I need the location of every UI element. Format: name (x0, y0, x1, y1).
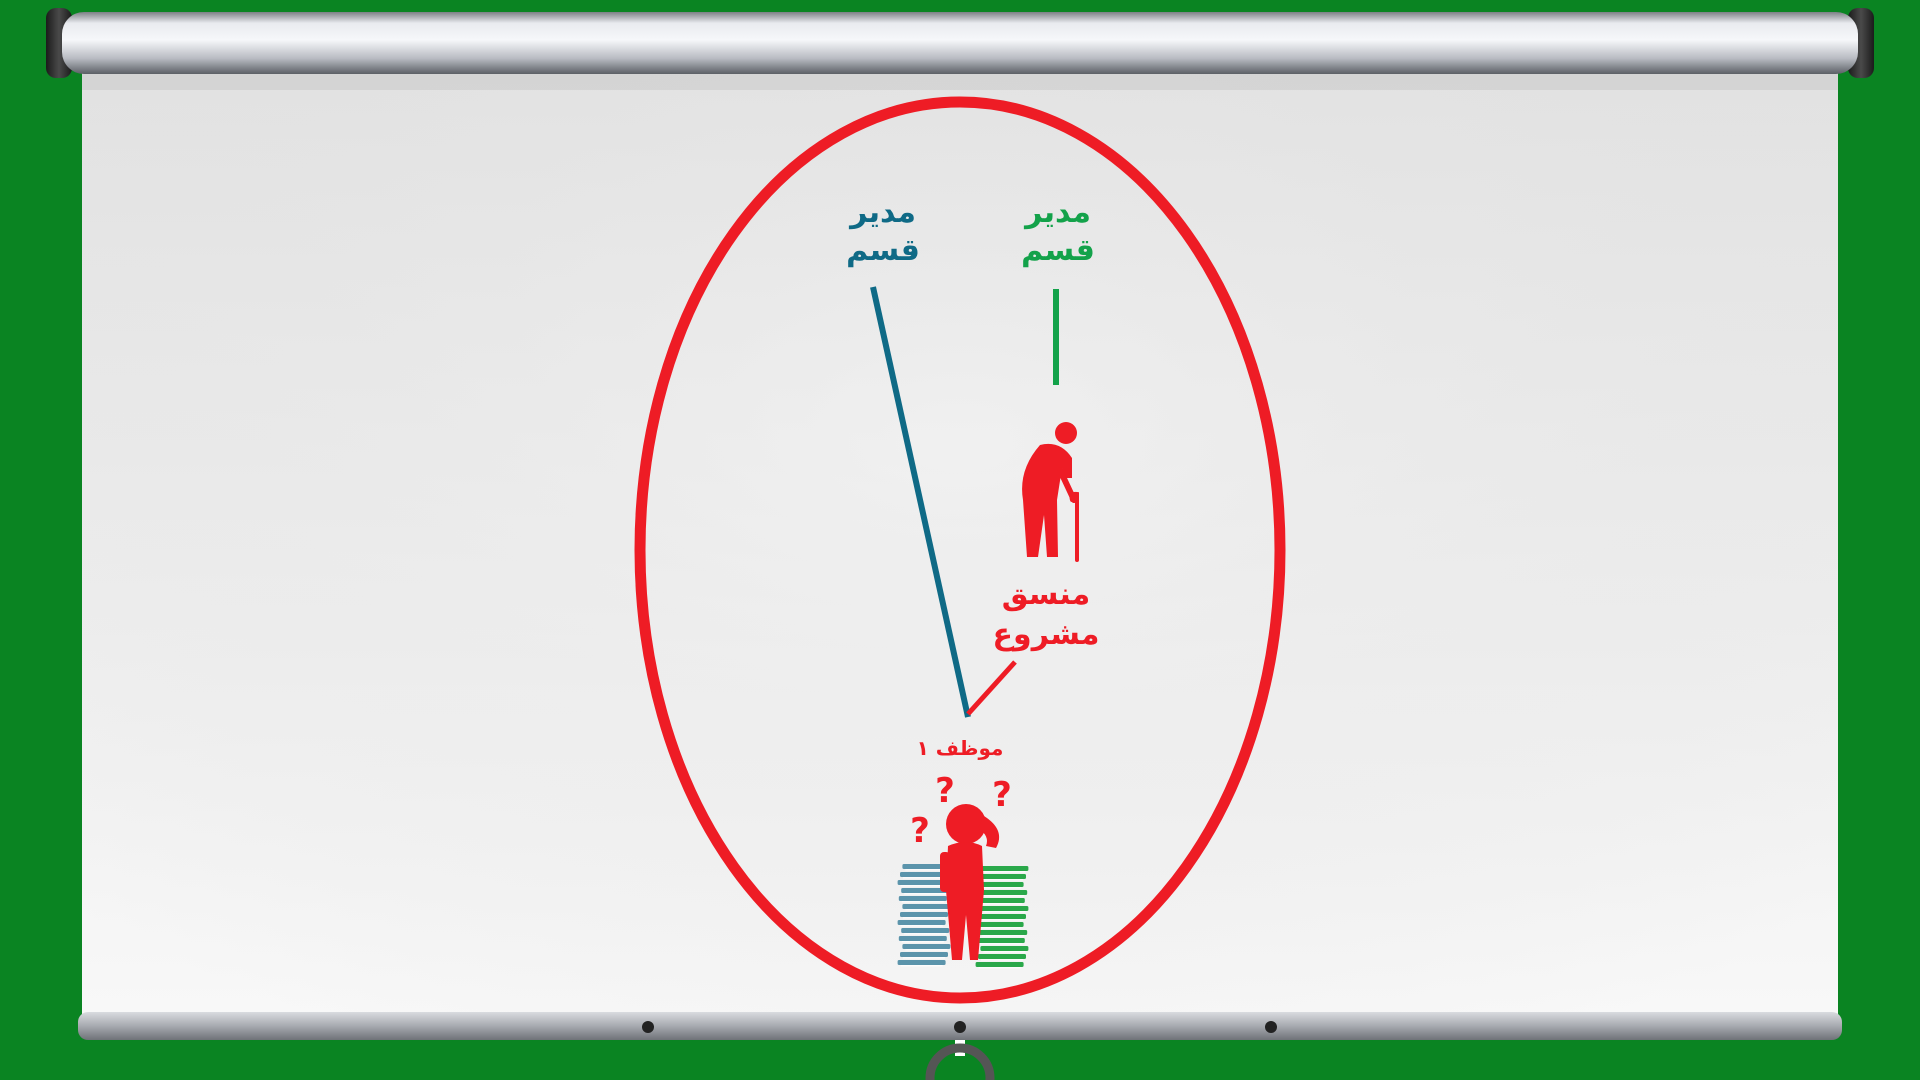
paper-sheet (901, 928, 950, 933)
manager-right-line2: قسم (1021, 233, 1095, 268)
paper-sheet (975, 962, 1024, 967)
paper-sheet-edge (981, 959, 1023, 961)
paper-sheet-edge (900, 925, 943, 927)
paper-sheet-edge (983, 871, 1026, 873)
paper-sheet (902, 904, 951, 909)
paper-sheet (975, 922, 1024, 927)
paper-sheet (980, 946, 1029, 951)
paper-sheet-edge (983, 951, 1026, 953)
coordinator-line2: مشروع (993, 617, 1100, 652)
paper-sheet (978, 954, 1026, 959)
paper-sheet-edge (904, 893, 947, 895)
paper-sheet-edge (904, 933, 947, 935)
paper-sheet-edge (982, 935, 1025, 937)
paper-sheet-edge (905, 949, 948, 951)
paper-sheet (902, 944, 951, 949)
paper-sheet (897, 880, 946, 885)
paper-sheet-edge (978, 967, 1021, 969)
paper-sheet-edge (981, 919, 1023, 921)
paper-sheet (979, 930, 1028, 935)
projector-scene: مدير قسم مدير قسم منسق مشروع موظف ١ ? ? … (46, 8, 1874, 1080)
paper-sheet-edge (903, 917, 945, 919)
paper-sheet-edge (903, 877, 945, 879)
paper-sheet-edge (900, 885, 943, 887)
manager-right-line1: مدير (1023, 195, 1091, 230)
paper-sheet-edge (900, 965, 943, 967)
paper-sheet-edge (903, 957, 945, 959)
paper-sheet-edge (979, 903, 1022, 905)
paper-sheet (979, 890, 1028, 895)
paper-sheet-edge (983, 911, 1026, 913)
paper-sheet (980, 866, 1029, 871)
question-mark-1: ? (910, 811, 930, 851)
paper-sheet (976, 938, 1025, 943)
screen-top-roller (46, 8, 1874, 78)
paper-sheet-edge (979, 943, 1022, 945)
manager-left-line1: مدير (848, 195, 916, 230)
question-mark-2: ? (935, 771, 955, 811)
paper-sheet-edge (901, 941, 944, 943)
paper-sheet (898, 896, 947, 901)
coordinator-line1: منسق (1002, 577, 1090, 612)
paper-sheet-edge (982, 895, 1025, 897)
paper-sheet (897, 920, 946, 925)
employee-label: موظف ١ (917, 736, 1004, 760)
paper-sheet-edge (901, 901, 944, 903)
paper-sheet (978, 874, 1026, 879)
paper-sheet (900, 952, 948, 957)
screen-bottom-bar (78, 1012, 1842, 1080)
paper-sheet-edge (905, 909, 948, 911)
paper-sheet (898, 936, 947, 941)
paper-sheet (897, 960, 946, 965)
paper-sheet-edge (978, 887, 1021, 889)
paper-sheet (900, 912, 948, 917)
paper-sheet-edge (981, 879, 1023, 881)
manager-left-line2: قسم (846, 233, 920, 268)
question-mark-3: ? (992, 775, 1012, 815)
paper-sheet-edge (978, 927, 1021, 929)
paper-sheet (980, 906, 1029, 911)
paper-sheet (976, 898, 1025, 903)
paper-sheet (978, 914, 1026, 919)
